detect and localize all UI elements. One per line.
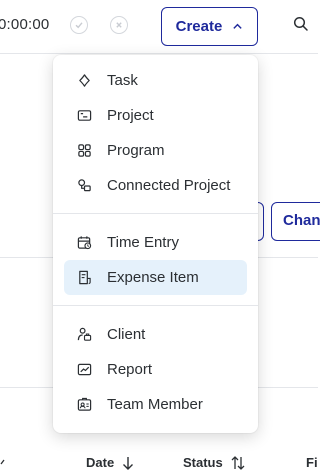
connected-project-icon [76,177,93,194]
report-chart-icon [76,361,93,378]
create-button[interactable]: Create [161,7,258,46]
menu-item-label: Task [107,72,138,89]
sort-icon [231,455,245,470]
menu-separator [53,305,258,306]
column-header-label: Fi [306,455,318,470]
team-member-card-icon [76,396,93,413]
menu-item-program[interactable]: Program [64,133,247,168]
project-icon [76,107,93,124]
column-header-fi[interactable]: Fi [306,455,318,470]
menu-item-label: Connected Project [107,177,231,194]
column-header-label: Date [86,455,115,470]
close-icon [116,22,122,28]
client-icon [76,326,93,343]
menu-item-team-member[interactable]: Team Member [64,387,247,422]
create-menu: Task Project Program Connected Project T… [53,55,258,433]
change-button[interactable]: Chan [271,202,320,241]
calendar-clock-icon [76,234,93,251]
receipt-icon [76,269,93,286]
menu-separator [53,213,258,214]
confirm-timer-button[interactable] [70,16,88,34]
menu-item-label: Project [107,107,154,124]
menu-item-report[interactable]: Report [64,352,247,387]
check-icon [75,22,83,29]
search-icon[interactable] [293,16,309,32]
menu-item-label: Team Member [107,396,203,413]
menu-item-time-entry[interactable]: Time Entry [64,225,247,260]
discard-timer-button[interactable] [110,16,128,34]
sort-descending-icon [123,456,134,470]
column-header-date[interactable]: Date [86,455,134,470]
timer-display: 0:00:00 [0,16,50,33]
column-header-label: Status [183,455,223,470]
menu-item-label: Program [107,142,165,159]
create-button-label: Create [175,18,223,35]
top-toolbar: 0:00:00 Create [0,0,318,54]
menu-item-label: Time Entry [107,234,179,251]
column-resize-icon [0,459,5,465]
menu-item-label: Report [107,361,153,378]
menu-item-label: Expense Item [107,269,199,286]
column-header-status[interactable]: Status [183,455,245,470]
menu-item-connected-project[interactable]: Connected Project [64,168,247,203]
menu-item-expense-item[interactable]: Expense Item [64,260,247,295]
menu-item-task[interactable]: Task [64,63,247,98]
program-grid-icon [76,142,93,159]
menu-item-project[interactable]: Project [64,98,247,133]
chevron-up-icon [233,23,243,29]
task-diamond-icon [76,72,93,89]
menu-item-label: Client [107,326,146,343]
change-button-label: Chan [283,212,320,229]
menu-item-client[interactable]: Client [64,317,247,352]
